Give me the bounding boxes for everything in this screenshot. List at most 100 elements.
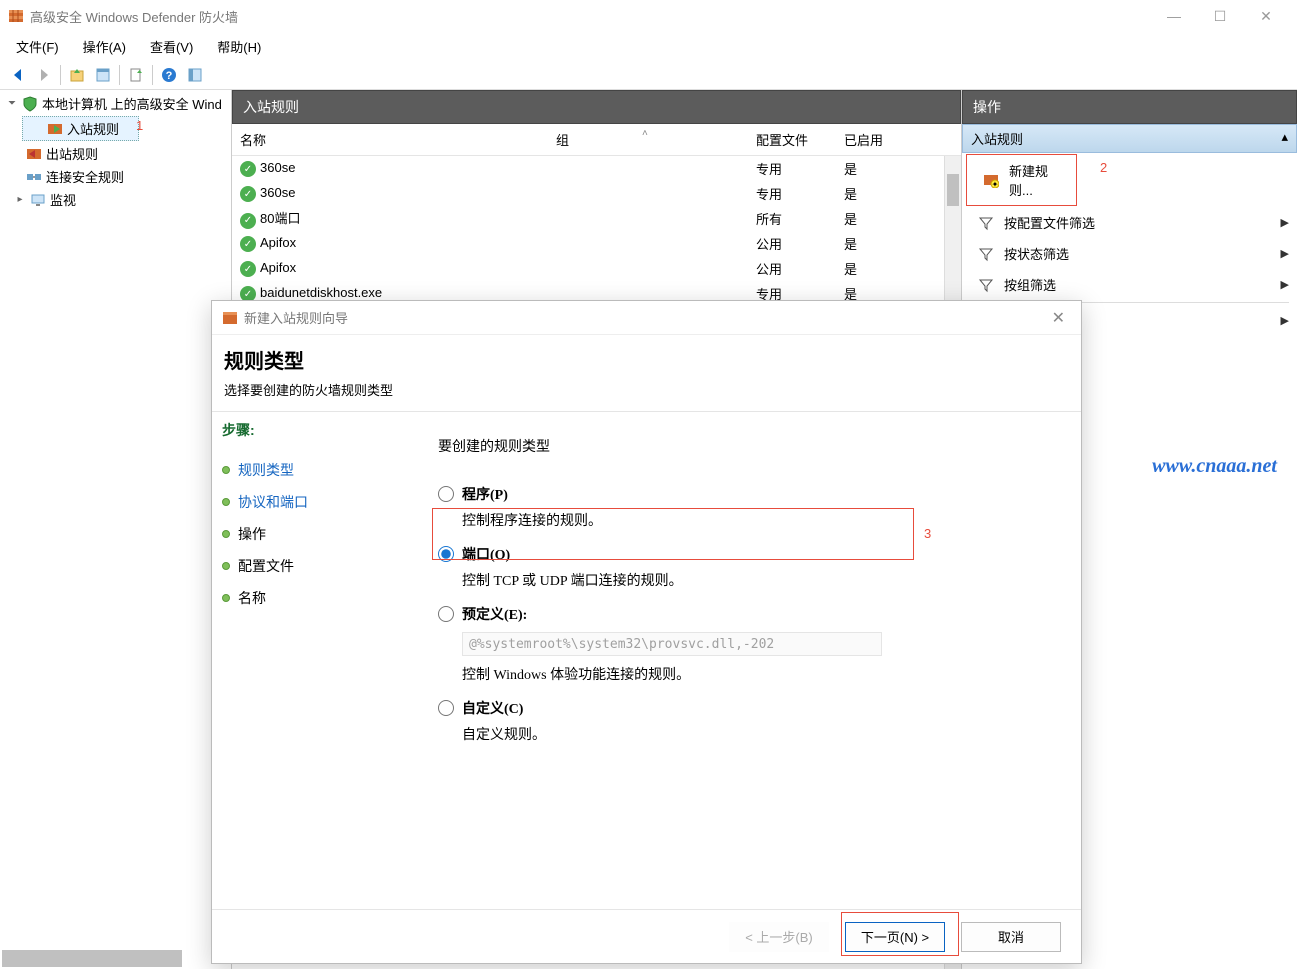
- option-desc: 控制程序连接的规则。: [462, 510, 1061, 530]
- step-label: 协议和端口: [238, 492, 308, 512]
- option-desc: 自定义规则。: [462, 724, 1061, 744]
- expand-icon[interactable]: ▸: [14, 194, 26, 205]
- maximize-button[interactable]: ☐: [1197, 0, 1243, 32]
- actions-group-header: 入站规则 ▴: [962, 124, 1297, 153]
- rule-row[interactable]: ✓Apifox公用是: [232, 231, 961, 256]
- step-label: 操作: [238, 524, 266, 544]
- step-profile: 配置文件: [222, 550, 408, 582]
- menu-file[interactable]: 文件(F): [4, 33, 71, 60]
- wizard-subheading: 选择要创建的防火墙规则类型: [224, 380, 1069, 399]
- wizard-titlebar: 新建入站规则向导 ✕: [212, 301, 1081, 335]
- menubar: 文件(F) 操作(A) 查看(V) 帮助(H): [0, 32, 1297, 60]
- up-button[interactable]: [65, 63, 89, 87]
- forward-button[interactable]: [32, 63, 56, 87]
- wizard-prompt: 要创建的规则类型: [438, 436, 1061, 456]
- toolbar-separator: [152, 65, 153, 85]
- wizard-close-button[interactable]: ✕: [1046, 308, 1071, 328]
- panel-button[interactable]: [183, 63, 207, 87]
- action-filter-state[interactable]: 按状态筛选 ▶: [962, 238, 1297, 269]
- step-action: 操作: [222, 518, 408, 550]
- wizard-heading: 规则类型: [224, 345, 1069, 374]
- steps-label: 步骤:: [222, 420, 408, 440]
- menu-action[interactable]: 操作(A): [71, 33, 138, 60]
- actions-header: 操作: [962, 90, 1297, 124]
- step-label: 规则类型: [238, 460, 294, 480]
- minimize-button[interactable]: —: [1151, 0, 1197, 32]
- step-protocol-port[interactable]: 协议和端口: [222, 486, 408, 518]
- export-button[interactable]: [124, 63, 148, 87]
- annotation-2: 2: [1100, 160, 1107, 175]
- action-new-rule[interactable]: ✦ 新建规则...: [966, 154, 1077, 206]
- next-button[interactable]: 下一页(N) >: [845, 922, 945, 952]
- properties-button[interactable]: [91, 63, 115, 87]
- option-predefined[interactable]: 预定义(E):: [438, 604, 1061, 624]
- chevron-right-icon: ▶: [1281, 216, 1289, 229]
- connsec-icon: [26, 169, 42, 185]
- rule-row[interactable]: ✓360se专用是: [232, 156, 961, 181]
- option-port[interactable]: 端口(O): [438, 544, 1061, 564]
- inbound-icon: [47, 121, 63, 137]
- tree-connection-security[interactable]: 连接安全规则: [2, 165, 229, 188]
- wizard-content: 要创建的规则类型 程序(P) 控制程序连接的规则。 3 端口(O) 控制 TCP…: [418, 412, 1081, 909]
- annotation-3: 3: [924, 526, 931, 541]
- radio-program[interactable]: [438, 486, 454, 502]
- action-label: 按组筛选: [1004, 275, 1056, 294]
- window-title: 高级安全 Windows Defender 防火墙: [30, 7, 1151, 26]
- close-button[interactable]: ✕: [1243, 0, 1289, 32]
- radio-predefined[interactable]: [438, 606, 454, 622]
- toolbar: ?: [0, 60, 1297, 90]
- action-filter-group[interactable]: 按组筛选 ▶: [962, 269, 1297, 300]
- option-label: 端口(O): [462, 544, 510, 564]
- svg-text:✦: ✦: [992, 180, 999, 188]
- option-desc: 控制 Windows 体验功能连接的规则。: [462, 664, 1061, 684]
- help-button[interactable]: ?: [157, 63, 181, 87]
- col-enabled[interactable]: 已启用: [836, 124, 900, 155]
- step-label: 配置文件: [238, 556, 294, 576]
- col-name[interactable]: 名称: [232, 124, 548, 155]
- tree-outbound-rules[interactable]: 出站规则: [2, 142, 229, 165]
- tree-monitor[interactable]: ▸ 监视: [2, 188, 229, 211]
- option-program[interactable]: 程序(P): [438, 484, 1061, 504]
- rule-row[interactable]: ✓Apifox公用是: [232, 256, 961, 281]
- action-filter-profile[interactable]: 按配置文件筛选 ▶: [962, 207, 1297, 238]
- wizard-dialog: 新建入站规则向导 ✕ 规则类型 选择要创建的防火墙规则类型 步骤: 规则类型 协…: [211, 300, 1082, 964]
- tree-root[interactable]: ⏷ 本地计算机 上的高级安全 Wind: [2, 92, 229, 115]
- menu-view[interactable]: 查看(V): [138, 33, 205, 60]
- tree-root-label: 本地计算机 上的高级安全 Wind: [42, 94, 222, 113]
- option-label: 程序(P): [462, 484, 508, 504]
- actions-group-label: 入站规则: [971, 129, 1023, 148]
- toolbar-separator: [119, 65, 120, 85]
- filter-icon: [978, 277, 994, 293]
- collapse-icon[interactable]: ▴: [1281, 129, 1288, 148]
- step-label: 名称: [238, 588, 266, 608]
- back-button[interactable]: [6, 63, 30, 87]
- col-group[interactable]: 组: [548, 124, 748, 155]
- rule-row[interactable]: ✓360se专用是: [232, 181, 961, 206]
- rule-row[interactable]: ✓80端口所有是: [232, 206, 961, 231]
- outbound-icon: [26, 146, 42, 162]
- step-rule-type[interactable]: 规则类型: [222, 454, 408, 486]
- annotation-1: 1: [136, 118, 143, 133]
- svg-text:?: ?: [166, 70, 173, 82]
- option-custom[interactable]: 自定义(C): [438, 698, 1061, 718]
- action-label: 按配置文件筛选: [1004, 213, 1095, 232]
- enabled-check-icon: ✓: [240, 261, 256, 277]
- tree-inbound-rules[interactable]: 入站规则: [22, 116, 139, 141]
- firewall-icon: [222, 310, 238, 326]
- tree-pane: ⏷ 本地计算机 上的高级安全 Wind 入站规则 1 出站规则 连接安全规则 ▸…: [0, 90, 232, 969]
- radio-port[interactable]: [438, 546, 454, 562]
- window-controls: — ☐ ✕: [1151, 0, 1289, 32]
- col-profile[interactable]: 配置文件: [748, 124, 836, 155]
- sort-indicator-icon: ˄: [642, 128, 648, 139]
- radio-custom[interactable]: [438, 700, 454, 716]
- wizard-title: 新建入站规则向导: [244, 308, 1046, 327]
- wizard-header: 规则类型 选择要创建的防火墙规则类型: [212, 335, 1081, 411]
- collapse-icon[interactable]: ⏷: [6, 98, 18, 109]
- menu-help[interactable]: 帮助(H): [205, 33, 273, 60]
- wizard-steps: 步骤: 规则类型 协议和端口 操作 配置文件 名称: [212, 412, 418, 909]
- chevron-right-icon: ▶: [1281, 314, 1289, 327]
- option-label: 自定义(C): [462, 698, 523, 718]
- wizard-footer: < 上一步(B) 下一页(N) > 取消: [212, 909, 1081, 963]
- cancel-button[interactable]: 取消: [961, 922, 1061, 952]
- h-scrollbar[interactable]: [2, 950, 182, 967]
